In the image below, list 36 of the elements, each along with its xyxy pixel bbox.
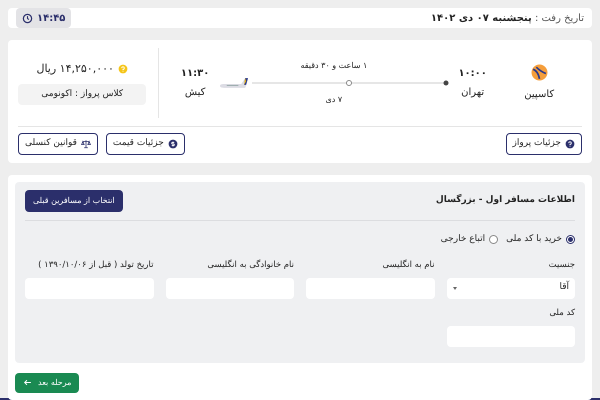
rules-button[interactable]: قوانین کنسلی [18, 133, 98, 155]
arrow-left-icon [23, 378, 32, 387]
city-name: کیش [184, 86, 206, 100]
caret-icon [452, 286, 456, 290]
next-step-button[interactable]: مرحله بعد [15, 372, 80, 392]
time-badge: ۱۴:۴۵ [16, 8, 72, 28]
question-icon [565, 139, 575, 149]
flight-time: ۱۱:۳۰ [180, 67, 210, 81]
fare-class-label: کلاس پرواز : اکونومی [18, 84, 146, 105]
field-label: تاریخ تولد ( قبل از ۱۳۹۰/۱۰/۰۶ ) [37, 258, 154, 270]
scales-icon [80, 139, 91, 149]
field-label: نام خانوادگی به انگلیسی [206, 258, 294, 270]
flight-date: ۷ دی [326, 94, 342, 106]
departure-date: تاریخ رفت : پنجشنبه ۰۷ دی ۱۴۰۲ [430, 12, 584, 26]
clock-icon [22, 12, 33, 24]
section-title: اطلاعات مسافر اول - بزرگسال [436, 194, 575, 208]
details-button[interactable]: جزئیات پرواز [506, 133, 582, 155]
radio-button[interactable] [566, 235, 575, 244]
ticket-price: ۱۴,۲۵۰,۰۰۰ ریال [36, 61, 114, 77]
field-label: جنسیت [548, 258, 575, 270]
flight-duration: ۱ ساعت و ۳۰ دقیقه [300, 60, 368, 72]
flight-time: ۱۰:۰۰ [458, 67, 487, 81]
field-label: کد ملی [548, 306, 575, 318]
airline-name: کاسپین [524, 88, 554, 102]
city-name: تهران [461, 86, 484, 100]
dollar-icon [168, 139, 178, 149]
field-label: نام به انگلیسی [381, 258, 434, 270]
gender-select[interactable]: آقا [446, 278, 575, 298]
select-previous-button[interactable]: انتخاب از مسافرین قبلی [25, 190, 123, 212]
radio-button[interactable] [489, 235, 498, 244]
coin-icon [118, 64, 128, 74]
airplane-icon [218, 76, 249, 90]
airline-logo-icon [530, 64, 548, 81]
radio-label: خرید با کد ملی [506, 233, 562, 246]
radio-label: اتباع خارجی [440, 233, 486, 246]
price-button[interactable]: جزئیات قیمت [106, 133, 185, 155]
